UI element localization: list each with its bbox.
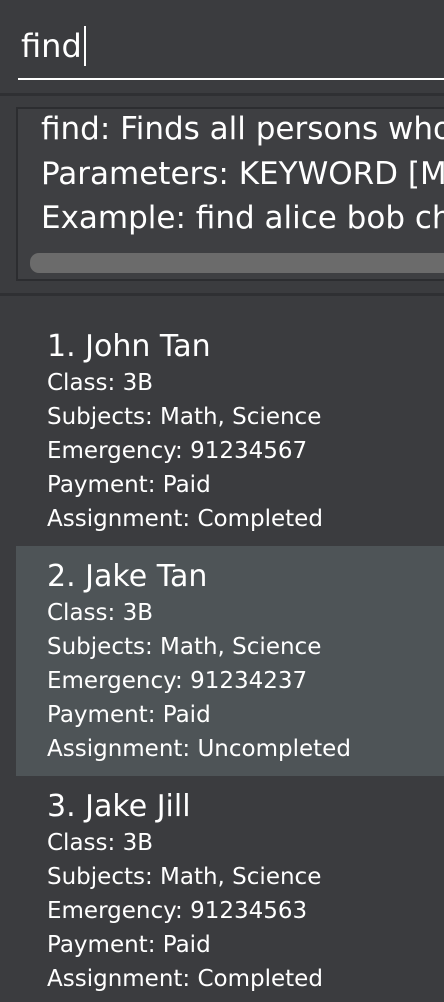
person-class: Class: 3B <box>47 830 153 856</box>
person-subjects: Subjects: Math, Science <box>47 864 322 890</box>
person-payment: Payment: Paid <box>47 472 211 498</box>
text-caret <box>83 26 86 66</box>
person-assignment: Assignment: Completed <box>47 966 323 992</box>
person-class: Class: 3B <box>47 600 153 626</box>
person-card[interactable]: 3. Jake Jill Class: 3B Subjects: Math, S… <box>16 776 444 1002</box>
person-emergency: Emergency: 91234567 <box>47 438 308 464</box>
result-display: find: Finds all persons whose Parameters… <box>16 107 444 281</box>
divider <box>0 93 444 96</box>
person-assignment: Assignment: Completed <box>47 506 323 532</box>
person-card[interactable]: 1. John Tan Class: 3B Subjects: Math, Sc… <box>16 316 444 546</box>
app-window: find find: Finds all persons whose Param… <box>0 0 444 1002</box>
result-line-1: find: Finds all persons whose <box>41 111 444 147</box>
divider <box>0 293 444 296</box>
person-emergency: Emergency: 91234563 <box>47 898 308 924</box>
command-input-text[interactable]: find <box>21 27 82 65</box>
result-line-3: Example: find alice bob char <box>41 200 444 236</box>
person-assignment: Assignment: Uncompleted <box>47 736 351 762</box>
person-subjects: Subjects: Math, Science <box>47 404 322 430</box>
person-name: 1. John Tan <box>47 329 211 364</box>
result-line-2: Parameters: KEYWORD [MO <box>41 156 444 192</box>
command-input[interactable]: find <box>21 26 86 66</box>
person-emergency: Emergency: 91234237 <box>47 668 308 694</box>
person-class: Class: 3B <box>47 370 153 396</box>
horizontal-scrollbar[interactable] <box>30 253 444 273</box>
person-name: 2. Jake Tan <box>47 559 208 594</box>
person-name: 3. Jake Jill <box>47 789 191 824</box>
person-payment: Payment: Paid <box>47 932 211 958</box>
person-list[interactable]: 1. John Tan Class: 3B Subjects: Math, Sc… <box>16 316 444 1002</box>
person-card-selected[interactable]: 2. Jake Tan Class: 3B Subjects: Math, Sc… <box>16 546 444 776</box>
person-payment: Payment: Paid <box>47 702 211 728</box>
person-subjects: Subjects: Math, Science <box>47 634 322 660</box>
